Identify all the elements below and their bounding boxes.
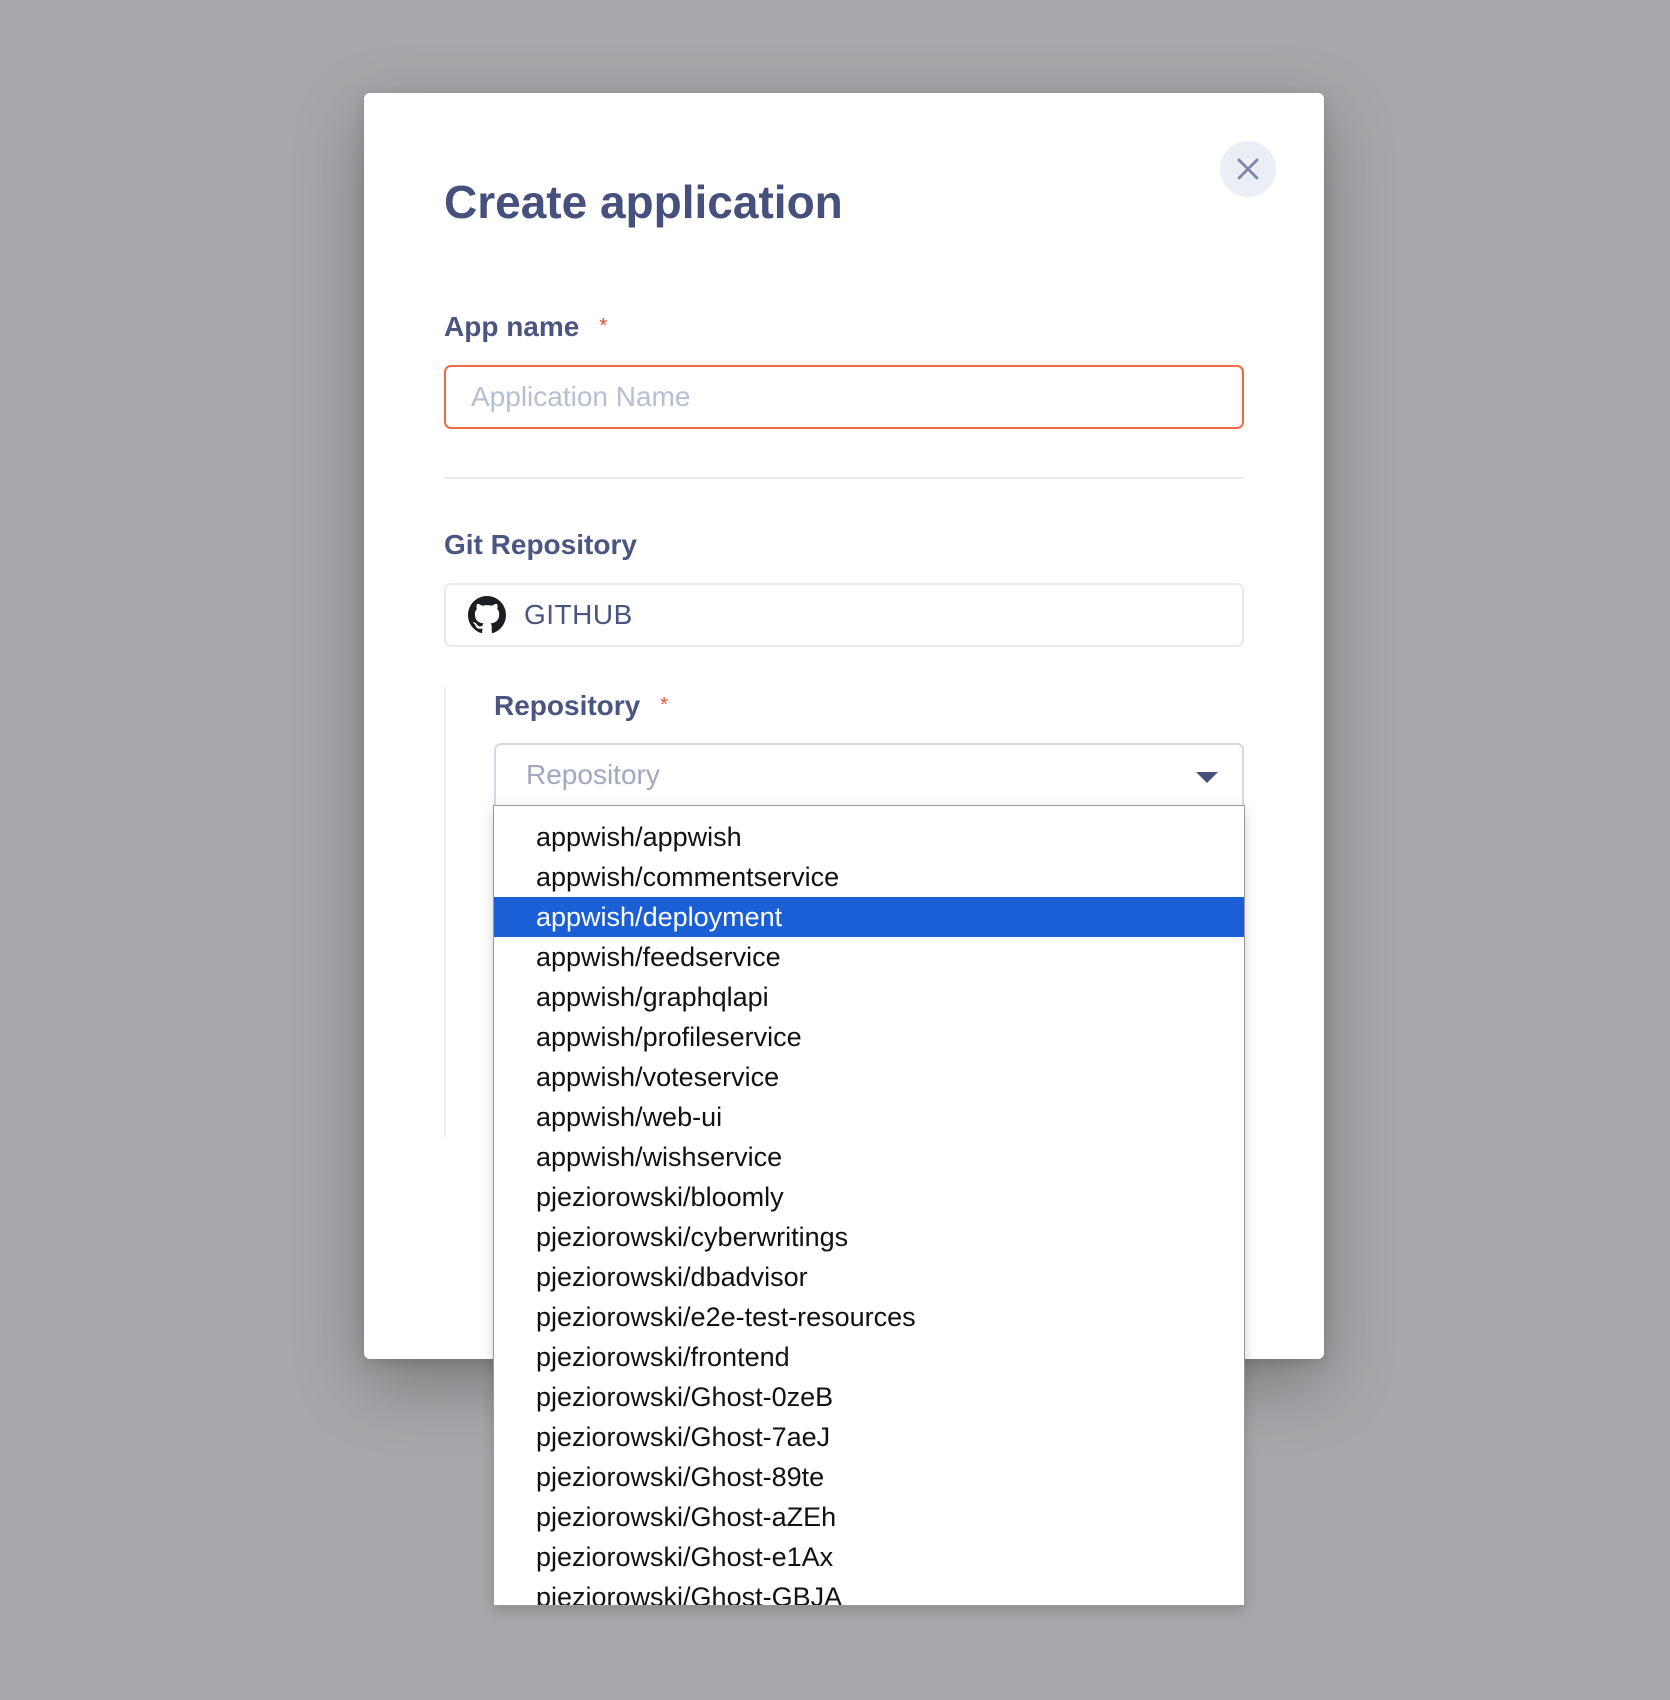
modal-title: Create application xyxy=(444,176,843,228)
app-name-label: App name * xyxy=(444,311,607,343)
repository-option[interactable]: pjeziorowski/Ghost-e1Ax xyxy=(494,1537,1244,1577)
repository-option[interactable]: appwish/graphqlapi xyxy=(494,977,1244,1017)
repository-option[interactable]: appwish/deployment xyxy=(494,897,1244,937)
section-divider xyxy=(444,477,1244,479)
chevron-down-icon[interactable] xyxy=(1196,772,1218,783)
repository-option[interactable]: pjeziorowski/e2e-test-resources xyxy=(494,1297,1244,1337)
close-icon xyxy=(1237,158,1259,180)
git-provider-name: GITHUB xyxy=(524,599,633,630)
repository-option[interactable]: pjeziorowski/dbadvisor xyxy=(494,1257,1244,1297)
repository-option[interactable]: pjeziorowski/Ghost-0zeB xyxy=(494,1377,1244,1417)
repository-dropdown-list[interactable]: appwish/appwish appwish/commentservice app… xyxy=(493,805,1245,1606)
repository-option[interactable]: pjeziorowski/cyberwritings xyxy=(494,1217,1244,1257)
repository-option[interactable]: appwish/profileservice xyxy=(494,1017,1244,1057)
repository-label: Repository * xyxy=(494,690,668,722)
repository-option[interactable]: pjeziorowski/Ghost-7aeJ xyxy=(494,1417,1244,1457)
github-icon xyxy=(468,596,506,634)
git-provider-selector[interactable]: GITHUB xyxy=(444,583,1244,647)
repository-option[interactable]: appwish/web-ui xyxy=(494,1097,1244,1137)
repository-option[interactable]: appwish/wishservice xyxy=(494,1137,1244,1177)
repository-option[interactable]: pjeziorowski/frontend xyxy=(494,1337,1244,1377)
app-name-input[interactable] xyxy=(444,365,1244,429)
repository-label-text: Repository xyxy=(494,690,641,721)
repository-select[interactable]: Repository xyxy=(494,743,1244,807)
repository-option[interactable]: pjeziorowski/bloomly xyxy=(494,1177,1244,1217)
repository-option[interactable]: pjeziorowski/Ghost-89te xyxy=(494,1457,1244,1497)
repository-option[interactable]: pjeziorowski/Ghost-GBJA xyxy=(494,1577,1244,1605)
repository-option[interactable]: appwish/appwish xyxy=(494,817,1244,857)
required-asterisk: * xyxy=(599,315,608,337)
repository-option[interactable]: appwish/commentservice xyxy=(494,857,1244,897)
close-button[interactable] xyxy=(1220,141,1276,197)
nested-section-rule xyxy=(444,687,446,1137)
git-repository-label: Git Repository xyxy=(444,529,637,560)
repository-option[interactable]: appwish/voteservice xyxy=(494,1057,1244,1097)
required-asterisk: * xyxy=(660,694,669,716)
app-name-label-text: App name xyxy=(444,311,580,342)
repository-option[interactable]: appwish/feedservice xyxy=(494,937,1244,977)
repository-option[interactable]: pjeziorowski/Ghost-aZEh xyxy=(494,1497,1244,1537)
repository-placeholder: Repository xyxy=(526,759,660,790)
